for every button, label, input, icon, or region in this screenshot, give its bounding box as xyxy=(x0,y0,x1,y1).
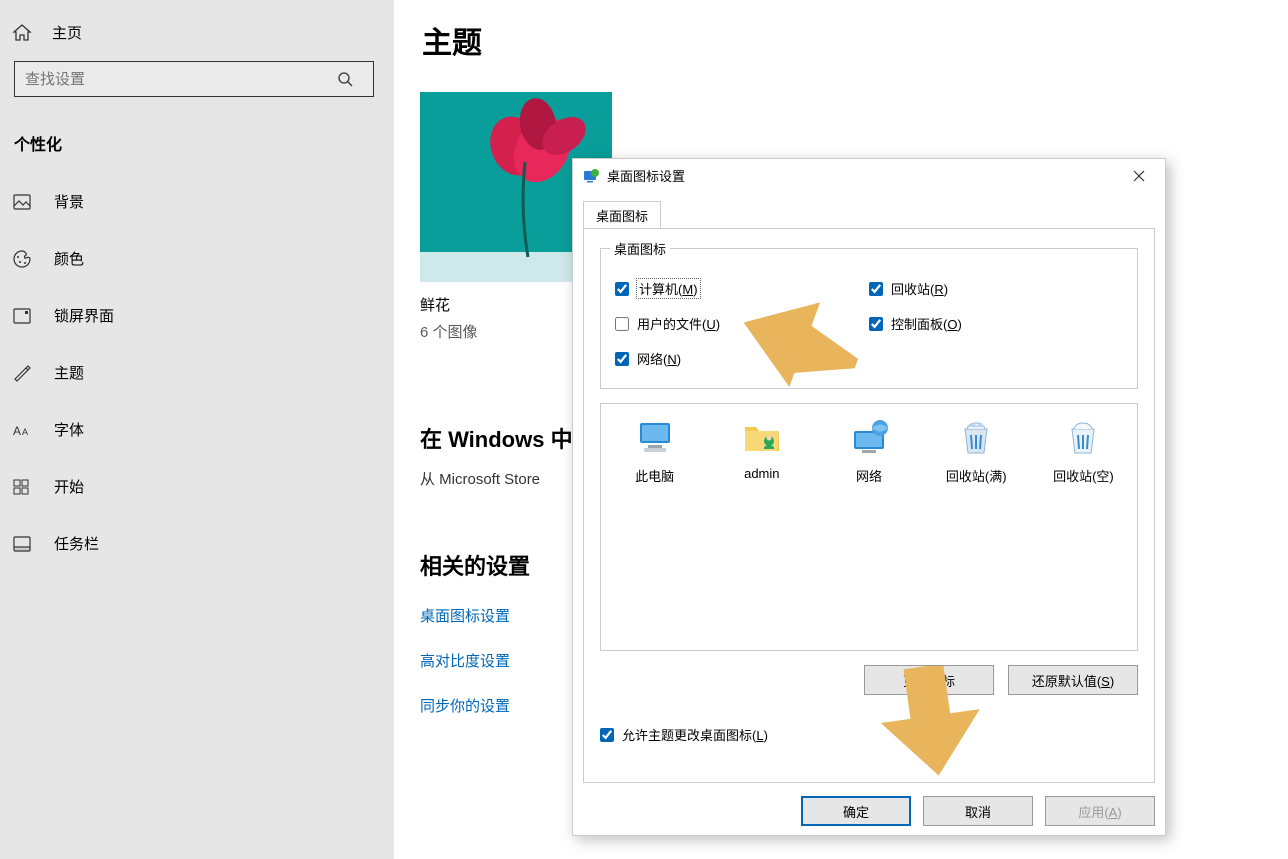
sidebar-item-lockscreen[interactable]: 锁屏界面 xyxy=(0,287,394,344)
check-network-label: 网络(N) xyxy=(637,349,681,368)
font-icon: AA xyxy=(12,420,32,440)
check-recyclebin-input[interactable] xyxy=(869,282,883,296)
sidebar-item-fonts[interactable]: AA 字体 xyxy=(0,401,394,458)
sidebar-item-label: 任务栏 xyxy=(54,533,99,554)
palette-icon xyxy=(12,249,32,269)
search-icon xyxy=(337,71,373,87)
search-input[interactable] xyxy=(15,71,337,88)
apply-button[interactable]: 应用(A) xyxy=(1045,796,1155,826)
svg-text:A: A xyxy=(22,427,28,437)
check-allow-themes-input[interactable] xyxy=(600,728,614,742)
theme-icon xyxy=(12,363,32,383)
check-allow-themes[interactable]: 允许主题更改桌面图标(L) xyxy=(600,717,1138,752)
sidebar-item-label: 背景 xyxy=(54,191,84,212)
settings-sidebar: 主页 个性化 背景 颜色 锁屏界面 主题 AA 字体 开始 任务栏 xyxy=(0,0,394,859)
sidebar-item-label: 锁屏界面 xyxy=(54,305,114,326)
taskbar-icon xyxy=(12,534,32,554)
nav-home-label: 主页 xyxy=(52,22,82,43)
check-allow-themes-label: 允许主题更改桌面图标(L) xyxy=(622,725,768,744)
dialog-button-row: 确定 取消 应用(A) xyxy=(573,787,1165,835)
picture-icon xyxy=(12,192,32,212)
check-network-input[interactable] xyxy=(615,352,629,366)
check-computer-label: 计算机(M) xyxy=(637,279,700,298)
sidebar-item-label: 颜色 xyxy=(54,248,84,269)
sidebar-item-colors[interactable]: 颜色 xyxy=(0,230,394,287)
sidebar-item-label: 字体 xyxy=(54,419,84,440)
sidebar-item-background[interactable]: 背景 xyxy=(0,173,394,230)
icon-cell-recyclebin-full[interactable]: 回收站(满) xyxy=(933,416,1020,638)
icon-cell-label: admin xyxy=(718,466,805,481)
sidebar-section-title: 个性化 xyxy=(0,105,394,173)
check-controlpanel[interactable]: 控制面板(O) xyxy=(869,306,1123,341)
sidebar-item-label: 主题 xyxy=(54,362,84,383)
change-icon-button[interactable]: 更改图标 xyxy=(864,665,994,695)
check-computer-input[interactable] xyxy=(615,282,629,296)
restore-default-button[interactable]: 还原默认值(S) xyxy=(1008,665,1138,695)
dialog-tabs: 桌面图标 xyxy=(583,200,1155,228)
page-title: 主题 xyxy=(422,18,1288,62)
home-icon xyxy=(12,23,32,43)
search-wrap xyxy=(0,57,394,105)
dialog-body: 桌面图标 计算机(M) 用户的文件(U) 网络(N) xyxy=(583,228,1155,783)
desktop-icons-dialog: 桌面图标设置 桌面图标 桌面图标 计算机(M) 用户的文件(U) xyxy=(572,158,1166,836)
icon-cell-user[interactable]: admin xyxy=(718,416,805,638)
sidebar-item-label: 开始 xyxy=(54,476,84,497)
search-box[interactable] xyxy=(14,61,374,97)
check-recyclebin-label: 回收站(R) xyxy=(891,279,948,298)
dialog-close-button[interactable] xyxy=(1117,161,1161,191)
ok-button[interactable]: 确定 xyxy=(801,796,911,826)
check-recyclebin[interactable]: 回收站(R) xyxy=(869,271,1123,306)
nav-home[interactable]: 主页 xyxy=(0,0,394,57)
check-userfiles-input[interactable] xyxy=(615,317,629,331)
recyclebin-empty-icon xyxy=(1059,418,1107,458)
svg-text:A: A xyxy=(13,424,21,438)
checkbox-group: 计算机(M) 用户的文件(U) 网络(N) 回收站(R) xyxy=(600,248,1138,389)
recyclebin-full-icon xyxy=(952,418,1000,458)
tab-desktop-icons[interactable]: 桌面图标 xyxy=(583,201,661,228)
icon-cell-recyclebin-empty[interactable]: 回收站(空) xyxy=(1040,416,1127,638)
check-computer[interactable]: 计算机(M) xyxy=(615,271,869,306)
start-icon xyxy=(12,477,32,497)
user-folder-icon xyxy=(738,418,786,458)
check-controlpanel-input[interactable] xyxy=(869,317,883,331)
icon-cell-thispc[interactable]: 此电脑 xyxy=(611,416,698,638)
sidebar-item-themes[interactable]: 主题 xyxy=(0,344,394,401)
sidebar-item-taskbar[interactable]: 任务栏 xyxy=(0,515,394,572)
icon-cell-network[interactable]: 网络 xyxy=(825,416,912,638)
icon-cell-label: 网络 xyxy=(825,466,912,485)
icon-cell-label: 此电脑 xyxy=(611,466,698,485)
group-label: 桌面图标 xyxy=(610,239,670,258)
sidebar-item-start[interactable]: 开始 xyxy=(0,458,394,515)
check-controlpanel-label: 控制面板(O) xyxy=(891,314,962,333)
icon-cell-label: 回收站(空) xyxy=(1040,466,1127,485)
dialog-title-icon xyxy=(583,168,599,184)
network-icon xyxy=(845,418,893,458)
pc-icon xyxy=(631,418,679,458)
icon-preview-grid[interactable]: 此电脑 admin 网络 回收站(满) xyxy=(600,403,1138,651)
dialog-titlebar: 桌面图标设置 xyxy=(573,159,1165,192)
check-userfiles-label: 用户的文件(U) xyxy=(637,314,720,333)
check-network[interactable]: 网络(N) xyxy=(615,341,869,376)
lockscreen-icon xyxy=(12,306,32,326)
check-userfiles[interactable]: 用户的文件(U) xyxy=(615,306,869,341)
cancel-button[interactable]: 取消 xyxy=(923,796,1033,826)
icon-cell-label: 回收站(满) xyxy=(933,466,1020,485)
dialog-title: 桌面图标设置 xyxy=(607,166,685,185)
